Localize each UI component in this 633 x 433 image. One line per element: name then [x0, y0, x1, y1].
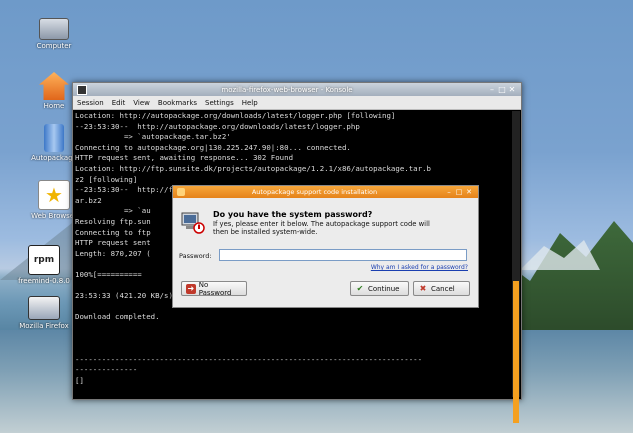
terminal-line: [] [75, 375, 84, 385]
home-folder-icon [39, 72, 69, 100]
dialog-subtext: If yes, please enter it below. The autop… [213, 220, 430, 236]
desktop-icon-label: Mozilla Firefox [19, 322, 69, 330]
menu-edit[interactable]: Edit [112, 99, 126, 107]
starred-icon: ★ [38, 180, 70, 210]
dialog-close-button[interactable]: ✕ [464, 188, 474, 196]
terminal-scrollbar[interactable] [512, 111, 520, 423]
terminal-titlebar[interactable]: mozilla-firefox-web-browser - Konsole – … [73, 83, 521, 96]
maximize-button[interactable]: □ [497, 85, 507, 94]
terminal-line: Connecting to autopackage.org|130.225.24… [75, 142, 351, 152]
continue-button[interactable]: ✔ Continue [350, 281, 409, 296]
cancel-button[interactable]: ✖ Cancel [413, 281, 470, 296]
terminal-line: z2 [following] [75, 174, 138, 184]
desktop-icon-firefox[interactable]: Mozilla Firefox [14, 296, 74, 330]
continue-label: Continue [368, 284, 400, 293]
terminal-line: --23:53:30-- http://autopackage.org/down… [75, 121, 360, 131]
menu-bookmarks[interactable]: Bookmarks [158, 99, 197, 107]
arrow-right-icon: ➜ [186, 283, 196, 294]
no-password-button[interactable]: ➜ No Password [181, 280, 247, 297]
check-icon: ✔ [356, 284, 364, 293]
close-button[interactable]: ✕ [507, 85, 517, 94]
cancel-label: Cancel [431, 284, 455, 293]
computer-icon [39, 18, 69, 40]
firefox-window-icon [28, 296, 60, 320]
desktop-icon-label: freemind-0.8.0 [18, 277, 70, 285]
terminal-line: => `autopackage.tar.bz2' [75, 132, 231, 142]
why-password-link[interactable]: Why am I asked for a password? [371, 264, 468, 271]
cancel-x-icon: ✖ [419, 284, 427, 293]
terminal-line: Location: http://ftp.sunsite.dk/projects… [75, 163, 431, 173]
terminal-line: HTTP request sent, awaiting response... … [75, 153, 294, 163]
terminal-line: Location: http://autopackage.org/downloa… [75, 111, 396, 120]
desktop-icon-computer[interactable]: Computer [24, 18, 84, 50]
dialog-app-icon [177, 188, 185, 196]
terminal-line: -------------- [75, 365, 138, 375]
dialog-maximize-button[interactable]: □ [454, 188, 464, 196]
terminal-line: Download completed. [75, 312, 160, 322]
computer-lock-icon [181, 212, 205, 234]
dialog-minimize-button[interactable]: – [444, 188, 454, 196]
desktop-icon-freemind[interactable]: rpm freemind-0.8.0 [14, 245, 74, 285]
trash-icon [44, 124, 64, 152]
scrollbar-thumb[interactable] [513, 281, 519, 423]
menu-session[interactable]: Session [77, 99, 104, 107]
no-password-label: No Password [198, 280, 232, 297]
dialog-heading: Do you have the system password? [213, 210, 373, 219]
desktop-icon-label: Computer [36, 42, 72, 50]
menu-help[interactable]: Help [242, 99, 258, 107]
terminal-title: mozilla-firefox-web-browser - Konsole [221, 85, 353, 94]
terminal-app-icon [77, 84, 87, 95]
rpm-package-icon: rpm [28, 245, 60, 275]
terminal-menubar: Session Edit View Bookmarks Settings Hel… [73, 96, 521, 110]
password-dialog[interactable]: Autopackage support code installation – … [172, 185, 479, 308]
dialog-titlebar[interactable]: Autopackage support code installation – … [173, 186, 478, 198]
menu-settings[interactable]: Settings [205, 99, 234, 107]
menu-view[interactable]: View [133, 99, 150, 107]
minimize-button[interactable]: – [487, 85, 497, 94]
dialog-title: Autopackage support code installation [251, 188, 378, 196]
password-input[interactable] [219, 249, 467, 261]
terminal-line: ----------------------------------------… [75, 354, 423, 364]
password-label: Password: [179, 252, 212, 260]
